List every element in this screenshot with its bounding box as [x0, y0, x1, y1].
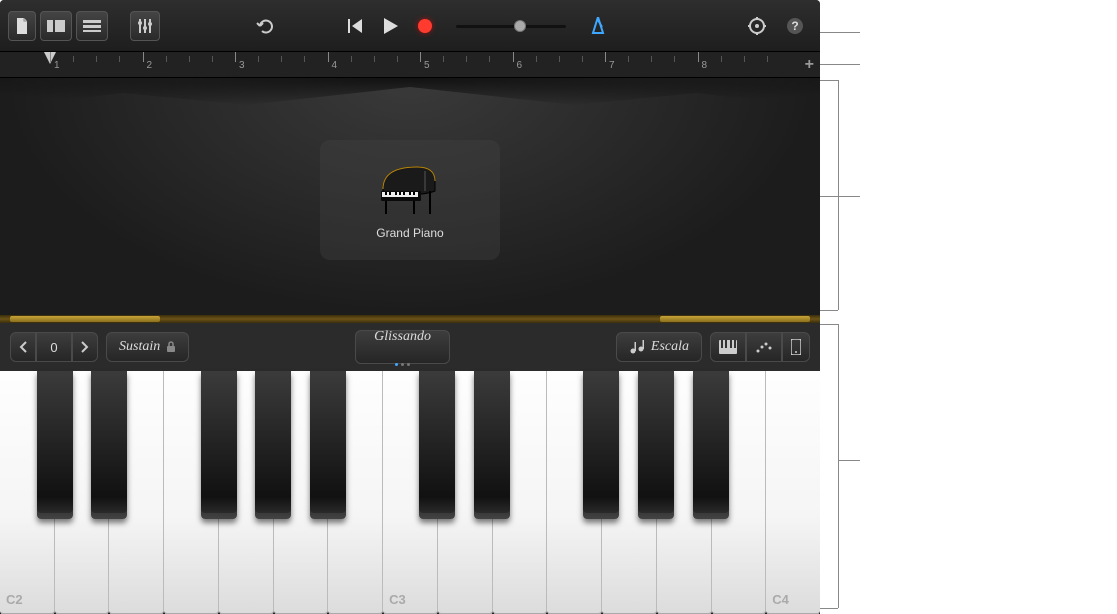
- keyboard-layout-button[interactable]: [710, 332, 746, 362]
- bar-number: 3: [239, 60, 245, 71]
- arpeggiator-icon: [755, 341, 773, 353]
- instrument-name: Grand Piano: [376, 226, 443, 240]
- svg-text:?: ?: [791, 19, 798, 33]
- slider-thumb[interactable]: [514, 20, 526, 32]
- settings-button[interactable]: [740, 11, 774, 41]
- black-key[interactable]: [91, 371, 127, 519]
- browser-icon: [47, 20, 65, 32]
- sliders-icon: [137, 19, 153, 33]
- tracks-icon: [83, 20, 101, 32]
- rewind-button[interactable]: [340, 11, 372, 41]
- control-bar: ?: [0, 0, 820, 52]
- record-button[interactable]: [410, 11, 440, 41]
- keyboard-size-button[interactable]: [782, 332, 810, 362]
- sustain-button[interactable]: Sustain: [106, 332, 189, 362]
- keyboard-icon: [719, 340, 737, 354]
- tracks-button[interactable]: [76, 11, 108, 41]
- keyboard-controls: 0 Sustain Glissando Escala: [0, 323, 820, 371]
- octave-up-button[interactable]: [72, 332, 98, 362]
- undo-icon: [256, 18, 274, 34]
- callout-line: [820, 196, 860, 197]
- black-key[interactable]: [255, 371, 291, 519]
- black-key[interactable]: [693, 371, 729, 519]
- octave-down-button[interactable]: [10, 332, 36, 362]
- octave-group: 0: [10, 332, 98, 362]
- callout-line: [838, 460, 860, 461]
- arpeggiator-button[interactable]: [746, 332, 782, 362]
- bar-number: 6: [517, 60, 523, 71]
- chevron-right-icon: [81, 341, 89, 353]
- garageband-window: ? + 1 2 3 4 5 6 7 8: [0, 0, 820, 614]
- screenshot-frame: ? + 1 2 3 4 5 6 7 8: [0, 0, 1117, 614]
- callout-line: [838, 80, 839, 310]
- scale-label: Escala: [651, 339, 689, 355]
- scale-button[interactable]: Escala: [616, 332, 702, 362]
- callout-line: [820, 64, 860, 65]
- octave-label: C3: [389, 592, 406, 607]
- document-icon: [15, 18, 29, 34]
- sustain-label: Sustain: [119, 339, 160, 355]
- piano-keyboard[interactable]: C2 C3 C4: [0, 371, 820, 614]
- metronome-icon: [590, 17, 606, 35]
- play-button[interactable]: [376, 11, 406, 41]
- bar-number: 1: [54, 60, 60, 71]
- view-group: [710, 332, 810, 362]
- callout-line: [820, 310, 838, 311]
- callout-line: [838, 324, 839, 608]
- timeline-ruler[interactable]: + 1 2 3 4 5 6 7 8: [0, 52, 820, 78]
- my-songs-button[interactable]: [8, 11, 36, 41]
- black-key[interactable]: [310, 371, 346, 519]
- slider-track: [456, 25, 566, 28]
- instrument-area: Grand Piano: [0, 78, 820, 315]
- callout-line: [820, 32, 860, 33]
- help-button[interactable]: ?: [778, 11, 812, 41]
- callout-line: [820, 608, 838, 609]
- black-key[interactable]: [201, 371, 237, 519]
- black-key[interactable]: [37, 371, 73, 519]
- mode-label: Glissando: [374, 329, 431, 345]
- bar-number: 8: [702, 60, 708, 71]
- instrument-tile[interactable]: Grand Piano: [320, 140, 500, 260]
- notes-icon: [629, 340, 645, 354]
- record-icon: [418, 19, 432, 33]
- mode-page-dots: [395, 363, 410, 366]
- play-icon: [384, 18, 398, 34]
- grand-piano-icon: [375, 161, 445, 216]
- bar-number: 5: [424, 60, 430, 71]
- keyboard-mode-button[interactable]: Glissando: [355, 330, 450, 364]
- black-key[interactable]: [419, 371, 455, 519]
- help-icon: ?: [786, 17, 804, 35]
- callout-line: [820, 80, 838, 81]
- octave-value: 0: [36, 332, 72, 362]
- bar-number: 7: [609, 60, 615, 71]
- black-key[interactable]: [583, 371, 619, 519]
- white-key[interactable]: C4: [766, 371, 820, 614]
- browser-button[interactable]: [40, 11, 72, 41]
- bar-number: 2: [147, 60, 153, 71]
- track-controls-button[interactable]: [130, 11, 160, 41]
- chevron-left-icon: [19, 341, 27, 353]
- keyboard-hinge: [0, 315, 820, 323]
- rewind-icon: [348, 19, 364, 33]
- undo-button[interactable]: [248, 11, 282, 41]
- phone-icon: [791, 339, 801, 355]
- lock-icon: [166, 341, 176, 353]
- metronome-button[interactable]: [582, 11, 614, 41]
- octave-label: C2: [6, 592, 23, 607]
- octave-label: C4: [772, 592, 789, 607]
- bar-number: 4: [332, 60, 338, 71]
- gear-icon: [748, 17, 766, 35]
- black-key[interactable]: [638, 371, 674, 519]
- callout-line: [820, 324, 838, 325]
- black-key[interactable]: [474, 371, 510, 519]
- master-volume-slider[interactable]: [456, 19, 566, 33]
- add-section-button[interactable]: +: [805, 56, 814, 74]
